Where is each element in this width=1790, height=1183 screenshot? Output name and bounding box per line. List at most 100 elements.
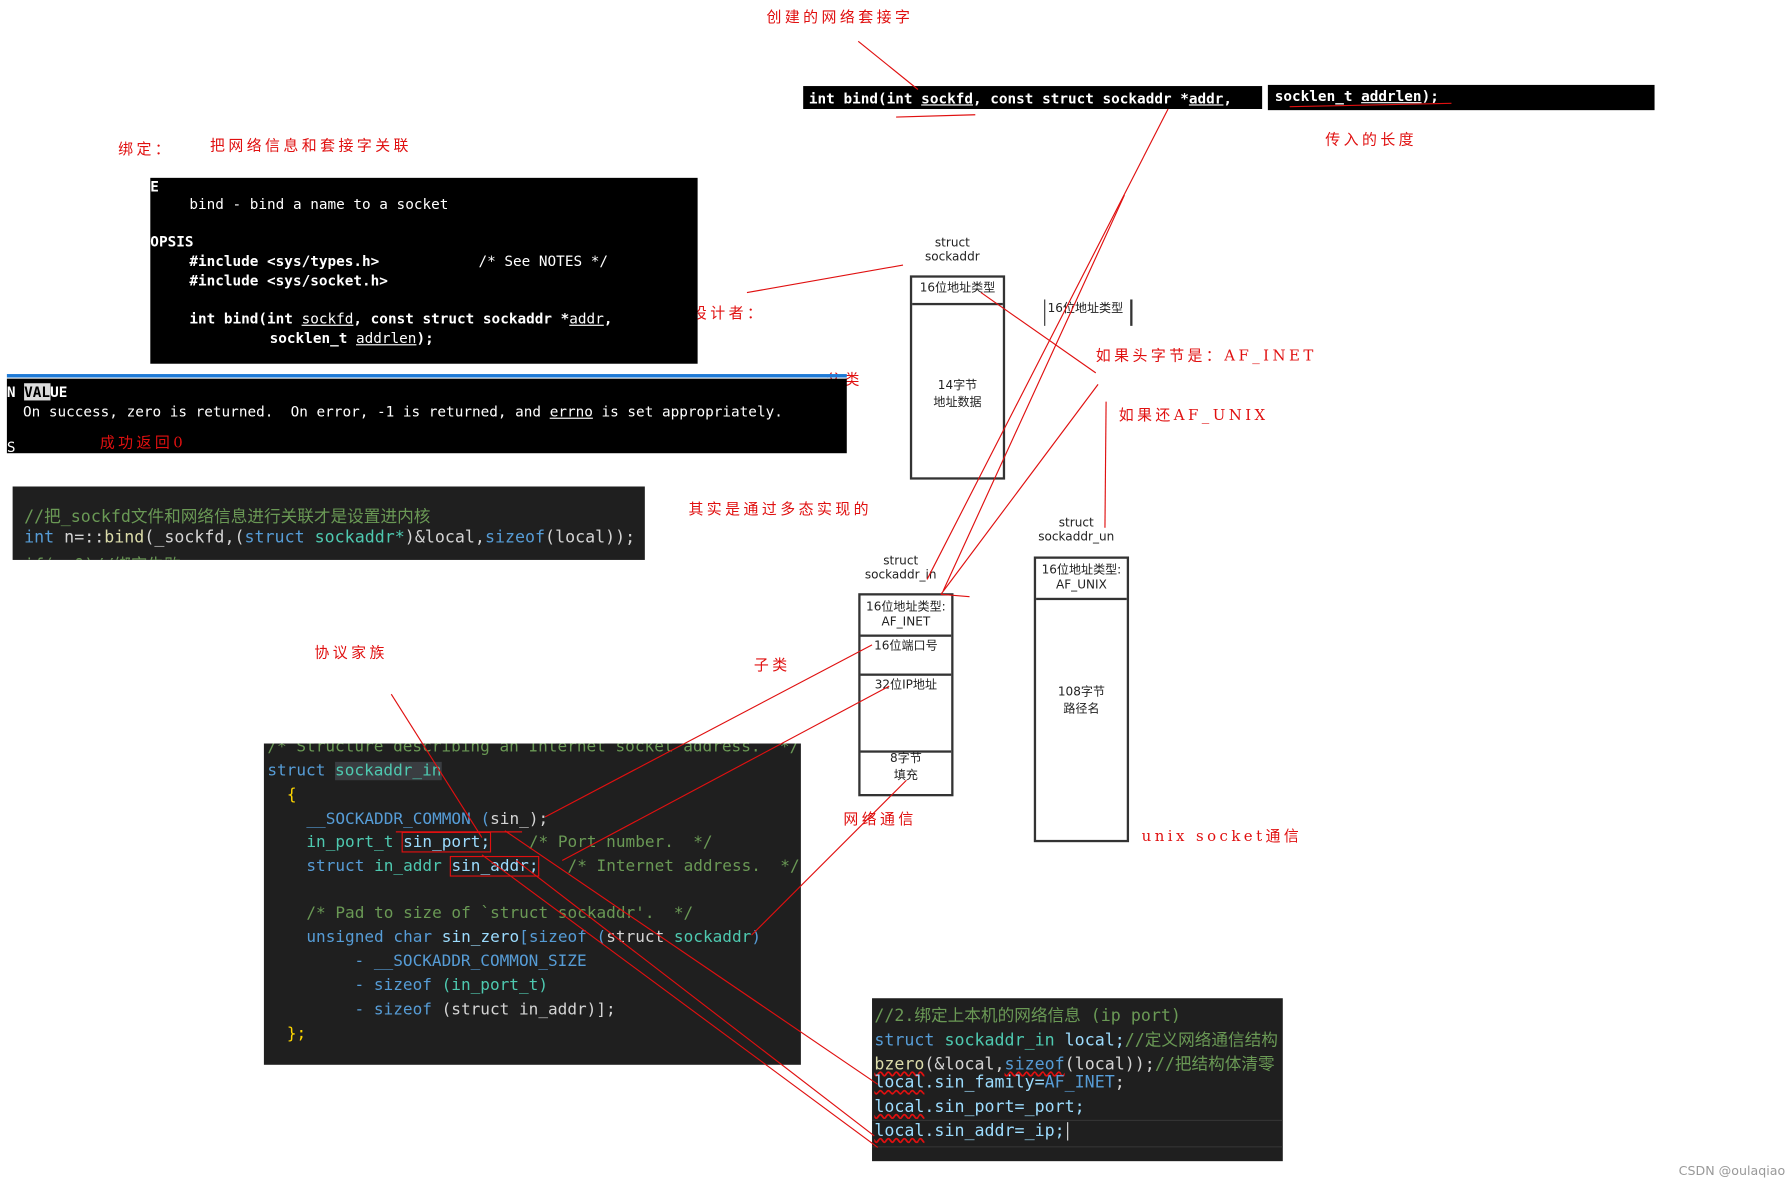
t: .sin_port=_port;	[924, 1098, 1085, 1117]
t: struct	[606, 928, 665, 947]
t: (_sockfd,(	[144, 528, 245, 548]
man-comment: /* See NOTES */	[478, 252, 608, 270]
t: AF_INET	[1044, 1073, 1115, 1093]
t: sockaddr	[673, 928, 752, 947]
t: bind	[104, 528, 145, 548]
divider	[6, 374, 847, 378]
in-type-cell: 16位地址类型: AF_INET	[860, 596, 952, 637]
sig-addr: addr	[1188, 89, 1224, 107]
t: sin_	[490, 810, 529, 829]
t: in_port_t	[306, 833, 394, 852]
sig-text: socklen_t	[1274, 87, 1362, 105]
man-prototype: int bind(int sockfd, const struct sockad…	[189, 310, 612, 327]
t: local	[874, 1073, 925, 1093]
code-line: int n=::bind(_sockfd,(struct sockaddr*)&…	[24, 529, 635, 547]
sockaddr-type-cell: 16位地址类型	[912, 278, 1003, 306]
annotation-subclass: 子类	[753, 657, 791, 675]
struct-sockaddr-in-title: struct sockaddr_in	[864, 554, 937, 582]
t: in_addr	[374, 857, 442, 876]
t: sin_port;	[401, 831, 492, 853]
t: (struct in_addr)];	[441, 1000, 616, 1019]
t: /* Port number. */	[528, 833, 713, 852]
annotation-bind-desc: 把网络信息和套接字关联	[209, 137, 412, 155]
t: )&local,	[404, 528, 485, 548]
t: //定义网络通信结构	[1124, 1031, 1278, 1050]
man-include: #include <sys/types.h>	[189, 252, 380, 270]
t: .sin_family=	[924, 1073, 1045, 1093]
t: , const struct sockaddr *	[353, 309, 570, 328]
signature-bar-part1: int bind(int sockfd, const struct sockad…	[803, 86, 1263, 110]
man-prototype-2: socklen_t addrlen);	[270, 329, 434, 346]
t: On success, zero is returned. On error, …	[22, 402, 550, 420]
code-brace: {	[286, 785, 297, 805]
watermark: CSDN @oulaqiao	[1678, 1163, 1786, 1179]
un-path-cell: 108字节 路径名	[1057, 684, 1105, 716]
sig-sockfd: sockfd	[921, 89, 973, 107]
text-cursor	[1066, 1122, 1069, 1141]
sig-text: , const struct sockaddr *	[972, 89, 1189, 107]
annotation-if-inet: 如果头字节是：AF_INET	[1095, 347, 1317, 365]
t: int	[24, 528, 55, 548]
annotation-bind-label: 绑定：	[118, 141, 174, 159]
line	[746, 264, 904, 294]
struct-sockaddr-un-title: struct sockaddr_un	[1038, 516, 1115, 544]
signature-bar-part2: socklen_t addrlen);	[1267, 84, 1655, 111]
t: struct	[244, 528, 305, 548]
t: errno	[549, 402, 593, 420]
annotated-screenshot: 创建的网络套接字 传入的长度 绑定： 把网络信息和套接字关联 设计者： 父类 其…	[0, 0, 1790, 1183]
code-struct-sockaddr-in: /* Structure describing an Internet sock…	[263, 743, 801, 1065]
sig-text: int bind(int	[808, 89, 922, 107]
struct-sockaddr-box: 16位地址类型 14字节 地址数据	[909, 275, 1006, 480]
t: /* Internet address. */	[567, 857, 800, 876]
line	[896, 114, 976, 118]
t: );	[416, 329, 434, 347]
t: sin_addr;	[450, 855, 540, 877]
in-ip-cell: 32位IP地址	[860, 669, 952, 753]
code-local-setup: //2.绑定上本机的网络信息 (ip port) struct sockaddr…	[872, 998, 1283, 1162]
code-line: local.sin_port=_port;	[874, 1098, 1084, 1116]
t: (local));	[545, 528, 636, 548]
code-line: bzero(&local,sizeof(local));//把结构体清零	[874, 1051, 1274, 1075]
t: sizeof	[484, 528, 546, 548]
annotation-created-socket: 创建的网络套接字	[766, 9, 914, 27]
t: sockaddr_in	[335, 761, 442, 781]
line	[857, 40, 919, 90]
t: struct	[306, 857, 365, 876]
code-line: __SOCKADDR_COMMON (sin_);	[306, 810, 549, 829]
annotation-protocol-family: 协议家族	[314, 644, 388, 663]
t: (&local,	[924, 1055, 1005, 1074]
man-name-line: bind - bind a name to a socket	[189, 195, 449, 213]
t: local;	[1054, 1031, 1125, 1050]
man-fragment: E	[150, 177, 159, 196]
annotation-network-comm: 网络通信	[843, 811, 917, 829]
code-brace: };	[286, 1024, 307, 1043]
t: addrlen	[355, 329, 417, 347]
code-comment: //2.绑定上本机的网络信息 (ip port)	[874, 1007, 1181, 1026]
t: n=::	[54, 528, 105, 548]
t: socklen_t	[269, 329, 356, 347]
code-comment: /* Structure describing an Internet sock…	[267, 743, 800, 757]
t: is set appropriately.	[592, 402, 783, 420]
man-page-synopsis: E bind - bind a name to a socket OPSIS #…	[150, 177, 698, 364]
man-fragment: S	[6, 438, 16, 456]
t: bzero	[874, 1055, 925, 1074]
annotation-polymorphism: 其实是通过多态实现的	[688, 501, 873, 519]
code-line: struct sockaddr_in local;//定义网络通信结构	[874, 1027, 1278, 1051]
t: ,	[603, 309, 613, 328]
t: VAL	[24, 383, 51, 401]
t: //把结构体清零	[1154, 1055, 1275, 1074]
t: ;	[1114, 1073, 1125, 1093]
annotation-success-zero: 成功返回0	[99, 434, 187, 453]
sig-text: ,	[1223, 89, 1233, 107]
return-text: On success, zero is returned. On error, …	[23, 403, 783, 420]
sig-text: );	[1421, 87, 1439, 105]
t: - sizeof	[354, 976, 432, 995]
t: sockaddr*	[304, 528, 405, 548]
t: sizeof	[528, 928, 587, 947]
t: );	[528, 810, 549, 829]
annotation-if-unix: 如果还AF_UNIX	[1118, 407, 1269, 425]
code-comment: //把_sockfd文件和网络信息进行关联才是设置进内核	[24, 508, 431, 527]
code-line: - sizeof (in_port_t)	[355, 976, 548, 994]
t: (local));	[1064, 1055, 1155, 1074]
t: local	[874, 1098, 925, 1117]
